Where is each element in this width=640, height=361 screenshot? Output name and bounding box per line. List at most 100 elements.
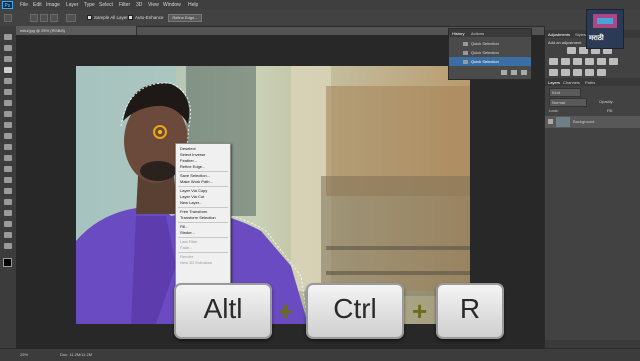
zoom-level[interactable]: 25%	[20, 352, 28, 357]
new-document-icon[interactable]	[511, 70, 517, 75]
foreground-color-swatch[interactable]	[3, 258, 12, 267]
quick-selection-tool-icon[interactable]	[4, 67, 12, 73]
new-selection-icon[interactable]	[30, 14, 38, 22]
adjustments-subtitle: Add an adjustment	[548, 40, 582, 45]
quick-selection-tool-icon[interactable]	[4, 14, 12, 22]
hue-saturation-icon[interactable]	[561, 58, 570, 65]
context-menu-item[interactable]: Stroke...	[180, 230, 195, 235]
menu-edit[interactable]: Edit	[33, 2, 42, 8]
clone-stamp-tool-icon[interactable]	[4, 122, 12, 128]
marquee-tool-icon[interactable]	[4, 45, 12, 51]
tab-layers[interactable]: Layers	[548, 80, 560, 85]
tab-history[interactable]: History	[452, 31, 464, 36]
context-menu-item[interactable]: Layer Via Cut	[180, 194, 204, 199]
selective-color-icon[interactable]	[597, 69, 606, 76]
lasso-tool-icon[interactable]	[4, 56, 12, 62]
threshold-icon[interactable]	[573, 69, 582, 76]
panel-dock: Adjustments Styles Add an adjustment Lay…	[544, 26, 640, 348]
black-white-icon[interactable]	[585, 58, 594, 65]
context-menu-item: Render	[180, 254, 194, 259]
menu-layer[interactable]: Layer	[66, 2, 79, 8]
menu-filter[interactable]: Filter	[119, 2, 130, 8]
new-snapshot-icon[interactable]	[501, 70, 507, 75]
subtract-selection-icon[interactable]	[50, 14, 58, 22]
history-item-selected[interactable]: Quick Selection	[449, 57, 531, 66]
fill-label: Fill:	[607, 108, 614, 113]
shape-tool-icon[interactable]	[4, 221, 12, 227]
posterize-icon[interactable]	[561, 69, 570, 76]
history-item[interactable]: Quick Selection	[449, 48, 531, 57]
context-menu-item[interactable]: Free Transform	[180, 209, 207, 214]
context-menu-item[interactable]: Feather...	[180, 158, 197, 163]
menu-select[interactable]: Select	[99, 2, 113, 8]
brush-tool-icon[interactable]	[4, 111, 12, 117]
tab-paths[interactable]: Paths	[585, 80, 595, 85]
context-menu-separator	[178, 186, 228, 187]
context-menu-item[interactable]: Fill...	[180, 224, 188, 229]
context-menu-item[interactable]: Make Work Path...	[180, 179, 213, 184]
healing-brush-tool-icon[interactable]	[4, 100, 12, 106]
quick-selection-icon	[463, 42, 468, 46]
blend-mode-select[interactable]: Normal	[549, 98, 587, 107]
lock-label: Lock:	[549, 108, 559, 113]
vibrance-icon[interactable]	[549, 58, 558, 65]
gradient-map-icon[interactable]	[585, 69, 594, 76]
context-menu-item[interactable]: Transform Selection	[180, 215, 216, 220]
invert-icon[interactable]	[549, 69, 558, 76]
history-brush-tool-icon[interactable]	[4, 133, 12, 139]
menu-file[interactable]: File	[20, 2, 28, 8]
image-canvas[interactable]	[76, 66, 470, 324]
menu-window[interactable]: Window	[163, 2, 181, 8]
move-tool-icon[interactable]	[4, 34, 12, 40]
context-menu: Deselect Select Inverse Feather... Refine E…	[175, 143, 231, 293]
layer-row-background[interactable]: Background	[545, 116, 640, 128]
history-item[interactable]: Quick Selection	[449, 39, 531, 48]
crop-tool-icon[interactable]	[4, 78, 12, 84]
document-tab[interactable]: mitul.jpg @ 25% (RGB/8)	[16, 26, 137, 35]
trash-icon[interactable]	[521, 70, 527, 75]
eyedropper-tool-icon[interactable]	[4, 89, 12, 95]
menu-view[interactable]: View	[148, 2, 159, 8]
layer-filter-kind[interactable]: Kind	[549, 88, 581, 97]
channel-logo-badge: मराठी	[586, 9, 624, 49]
type-tool-icon[interactable]	[4, 199, 12, 205]
zoom-tool-icon[interactable]	[4, 243, 12, 249]
brightness-contrast-icon[interactable]	[567, 47, 576, 54]
key-ctrl-label: Ctrl	[333, 293, 377, 324]
brush-picker-icon[interactable]	[66, 14, 76, 22]
plus-sign-2: +	[412, 296, 428, 326]
menu-type[interactable]: Type	[84, 2, 95, 8]
color-balance-icon[interactable]	[573, 58, 582, 65]
menu-help[interactable]: Help	[188, 2, 198, 8]
dodge-tool-icon[interactable]	[4, 177, 12, 183]
tab-adjustments[interactable]: Adjustments	[548, 32, 570, 37]
context-menu-item[interactable]: New Layer...	[180, 200, 202, 205]
tab-actions[interactable]: Actions	[471, 31, 484, 36]
photo-filter-icon[interactable]	[597, 58, 606, 65]
context-menu-item[interactable]: Save Selection...	[180, 173, 210, 178]
add-to-selection-icon[interactable]	[40, 14, 48, 22]
menu-3d[interactable]: 3D	[136, 2, 142, 8]
sample-all-layers-checkbox[interactable]	[87, 15, 92, 20]
sample-all-layers-label: Sample All Layers	[94, 15, 131, 20]
tab-channels[interactable]: Channels	[563, 80, 580, 85]
blur-tool-icon[interactable]	[4, 166, 12, 172]
context-menu-item[interactable]: Layer Via Copy	[180, 188, 207, 193]
menu-image[interactable]: Image	[46, 2, 60, 8]
hand-tool-icon[interactable]	[4, 232, 12, 238]
context-menu-item[interactable]: Deselect	[180, 146, 196, 151]
refine-edge-button[interactable]: Refine Edge...	[168, 14, 202, 22]
menu-bar: Ps File Edit Image Layer Type Select Fil…	[0, 0, 640, 10]
auto-enhance-label: Auto-Enhance	[135, 15, 164, 20]
context-menu-item[interactable]: Refine Edge...	[180, 164, 205, 169]
eye-icon[interactable]	[548, 119, 553, 124]
context-menu-item[interactable]: Select Inverse	[180, 152, 205, 157]
channel-mixer-icon[interactable]	[609, 58, 618, 65]
key-ctrl: Ctrl	[306, 283, 404, 339]
eraser-tool-icon[interactable]	[4, 144, 12, 150]
auto-enhance-checkbox[interactable]	[128, 15, 133, 20]
path-selection-tool-icon[interactable]	[4, 210, 12, 216]
tab-styles[interactable]: Styles	[575, 32, 586, 37]
pen-tool-icon[interactable]	[4, 188, 12, 194]
gradient-tool-icon[interactable]	[4, 155, 12, 161]
